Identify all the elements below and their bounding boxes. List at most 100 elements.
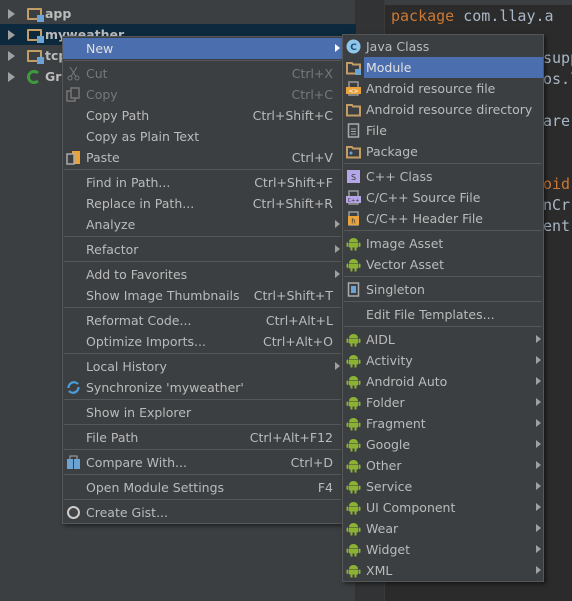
code-text: ent (543, 217, 571, 235)
menu-item-android-auto[interactable]: Android Auto (343, 371, 543, 392)
menu-item-cut[interactable]: Cut Ctrl+X (63, 63, 342, 84)
menu-item-label: Reformat Code... (86, 313, 192, 328)
menu-item-label: Refactor (86, 242, 139, 257)
submenu-arrow-icon (536, 419, 541, 427)
code-keyword: oid (543, 175, 571, 193)
menu-item-replace-in-path[interactable]: Replace in Path... Ctrl+Shift+R (63, 193, 342, 214)
menu-item-add-to-favorites[interactable]: Add to Favorites (63, 264, 342, 285)
submenu-arrow-icon (536, 356, 541, 364)
module-folder-icon (27, 49, 44, 64)
menu-item-other[interactable]: Other (343, 455, 543, 476)
menu-item-ui-component[interactable]: UI Component (343, 497, 543, 518)
submenu-arrow-icon (536, 377, 541, 385)
menu-item-label: Java Class (366, 39, 430, 54)
shortcut-label: Ctrl+C (291, 87, 333, 102)
expand-arrow-icon[interactable] (8, 50, 15, 61)
menu-item-copy-path[interactable]: Copy Path Ctrl+Shift+C (63, 105, 342, 126)
menu-item-fragment[interactable]: Fragment (343, 413, 543, 434)
menu-item-compare-with[interactable]: Compare With... Ctrl+D (63, 452, 342, 473)
menu-item-android-resource-directory[interactable]: Android resource directory (343, 99, 543, 120)
android-icon (346, 374, 361, 389)
submenu-arrow-icon (536, 440, 541, 448)
menu-item-label: Image Asset (366, 236, 444, 251)
menu-item-label: Module (366, 60, 412, 75)
menu-item-copy-as-plain-text[interactable]: Copy as Plain Text (63, 126, 342, 147)
menu-item-optimize-imports[interactable]: Optimize Imports... Ctrl+Alt+O (63, 331, 342, 352)
shortcut-label: F4 (317, 480, 333, 495)
menu-item-reformat-code[interactable]: Reformat Code... Ctrl+Alt+L (63, 310, 342, 331)
submenu-arrow-icon (335, 362, 340, 370)
expand-arrow-icon[interactable] (8, 71, 15, 82)
menu-item-module[interactable]: Module (346, 57, 543, 78)
menu-item-xml[interactable]: XML (343, 560, 543, 581)
menu-item-folder[interactable]: Folder (343, 392, 543, 413)
menu-item-local-history[interactable]: Local History (63, 356, 342, 377)
menu-item-analyze[interactable]: Analyze (63, 214, 342, 235)
menu-item-label: Widget (366, 542, 411, 557)
menu-item-c-c-header-file[interactable]: h C/C++ Header File (343, 208, 543, 229)
menu-item-google[interactable]: Google (343, 434, 543, 455)
menu-item-label: C++ Class (366, 169, 433, 184)
menu-item-image-asset[interactable]: Image Asset (343, 233, 543, 254)
menu-item-label: New (86, 41, 114, 56)
submenu-arrow-icon (536, 461, 541, 469)
submenu-arrow-icon (536, 566, 541, 574)
menu-item-wear[interactable]: Wear (343, 518, 543, 539)
menu-item-label: Vector Asset (366, 257, 444, 272)
code-text: supp (543, 49, 572, 67)
menu-item-c-c-source-file[interactable]: C++ C/C++ Source File (343, 187, 543, 208)
menu-item-refactor[interactable]: Refactor (63, 239, 342, 260)
svg-text:C: C (350, 43, 357, 53)
code-text: nCr (543, 196, 571, 214)
menu-item-aidl[interactable]: AIDL (343, 329, 543, 350)
menu-item-create-gist[interactable]: Create Gist... (63, 502, 342, 523)
module-folder-icon (27, 7, 44, 22)
java-class-icon: C (346, 39, 361, 54)
menu-item-open-module-settings[interactable]: Open Module Settings F4 (63, 477, 342, 498)
shortcut-label: Ctrl+Shift+F (254, 175, 333, 190)
menu-item-c-class[interactable]: S C++ Class (343, 166, 543, 187)
tree-item[interactable]: app (0, 3, 356, 24)
menu-item-label: Folder (366, 395, 405, 410)
cpp-source-icon: C++ (346, 190, 361, 205)
menu-item-label: Android resource directory (366, 102, 533, 117)
expand-arrow-icon[interactable] (8, 29, 15, 40)
menu-item-label: Synchronize 'myweather' (86, 380, 244, 395)
menu-item-package[interactable]: Package (343, 141, 543, 162)
menu-item-label: UI Component (366, 500, 456, 515)
menu-item-android-resource-file[interactable]: <> Android resource file (343, 78, 543, 99)
menu-item-label: Paste (86, 150, 120, 165)
menu-item-show-in-explorer[interactable]: Show in Explorer (63, 402, 342, 423)
menu-item-label: Find in Path... (86, 175, 171, 190)
android-icon (346, 332, 361, 347)
menu-item-activity[interactable]: Activity (343, 350, 543, 371)
menu-item-label: Show in Explorer (86, 405, 192, 420)
menu-item-synchronize-myweather[interactable]: Synchronize 'myweather' (63, 377, 342, 398)
menu-item-find-in-path[interactable]: Find in Path... Ctrl+Shift+F (63, 172, 342, 193)
menu-item-paste[interactable]: Paste Ctrl+V (63, 147, 342, 168)
menu-item-edit-file-templates[interactable]: Edit File Templates... (343, 304, 543, 325)
menu-item-vector-asset[interactable]: Vector Asset (343, 254, 543, 275)
file-icon (346, 123, 361, 138)
submenu-arrow-icon (536, 335, 541, 343)
menu-item-singleton[interactable]: Singleton (343, 279, 543, 300)
menu-item-service[interactable]: Service (343, 476, 543, 497)
submenu-arrow-icon (536, 398, 541, 406)
menu-item-label: Compare With... (86, 455, 187, 470)
code-text: com.llay.a (454, 7, 554, 25)
cpp-header-icon: h (346, 211, 361, 226)
code-line: os.l (543, 70, 572, 88)
menu-item-show-image-thumbnails[interactable]: Show Image Thumbnails Ctrl+Shift+T (63, 285, 342, 306)
menu-item-label: Copy (86, 87, 118, 102)
menu-item-widget[interactable]: Widget (343, 539, 543, 560)
menu-item-new[interactable]: New (63, 38, 342, 59)
menu-item-java-class[interactable]: C Java Class (343, 36, 543, 57)
code-text: os.l (543, 70, 572, 88)
menu-item-file-path[interactable]: File Path Ctrl+Alt+F12 (63, 427, 342, 448)
menu-item-label: Replace in Path... (86, 196, 195, 211)
menu-item-copy[interactable]: Copy Ctrl+C (63, 84, 342, 105)
sync-icon (66, 380, 81, 395)
menu-item-file[interactable]: File (343, 120, 543, 141)
android-icon (346, 542, 361, 557)
expand-arrow-icon[interactable] (8, 8, 15, 19)
